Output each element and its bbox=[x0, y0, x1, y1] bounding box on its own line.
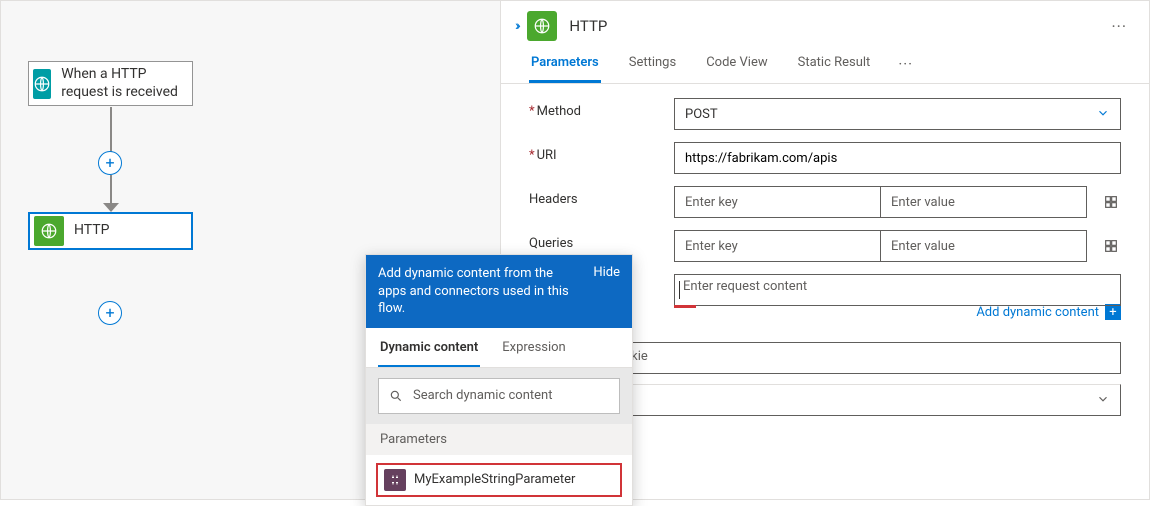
panel-more-icon[interactable]: ··· bbox=[1107, 17, 1131, 36]
add-dynamic-content-link[interactable]: Add dynamic content bbox=[976, 305, 1099, 320]
tab-dynamic-content[interactable]: Dynamic content bbox=[378, 328, 480, 367]
request-trigger-icon bbox=[33, 69, 51, 99]
headers-key-input[interactable] bbox=[674, 186, 881, 218]
headers-value-input[interactable] bbox=[881, 186, 1087, 218]
dynamic-content-item-label: MyExampleStringParameter bbox=[414, 472, 575, 487]
collapse-panel-icon[interactable]: ›› bbox=[515, 18, 518, 34]
uri-label: *URI bbox=[529, 142, 674, 163]
dynamic-content-popup: Add dynamic content from the apps and co… bbox=[365, 254, 633, 506]
add-dynamic-content-plus-icon[interactable]: + bbox=[1105, 304, 1121, 320]
http-node-label: HTTP bbox=[74, 222, 115, 240]
dynamic-content-item[interactable]: MyExampleStringParameter bbox=[376, 463, 622, 497]
popup-description: Add dynamic content from the apps and co… bbox=[378, 265, 579, 318]
http-action-icon bbox=[527, 11, 557, 41]
chevron-down-icon bbox=[1096, 392, 1110, 409]
method-select[interactable]: POST bbox=[674, 98, 1121, 130]
switch-mode-icon[interactable] bbox=[1101, 192, 1121, 212]
connector-arrow bbox=[103, 203, 119, 212]
http-action-icon bbox=[34, 216, 64, 246]
queries-key-input[interactable] bbox=[674, 230, 881, 262]
add-step-button[interactable]: + bbox=[98, 301, 122, 325]
panel-title: HTTP bbox=[569, 17, 1107, 35]
trigger-node-label: When a HTTP request is received bbox=[61, 66, 192, 101]
panel-tabs: Parameters Settings Code View Static Res… bbox=[501, 45, 1149, 84]
popup-hide-button[interactable]: Hide bbox=[593, 265, 620, 280]
headers-label: Headers bbox=[529, 186, 674, 207]
body-placeholder: Enter request content bbox=[683, 279, 807, 294]
method-label: *Method bbox=[529, 98, 674, 119]
validation-underline bbox=[674, 305, 696, 308]
popup-section-parameters: Parameters bbox=[366, 424, 632, 455]
tab-code-view[interactable]: Code View bbox=[704, 45, 769, 83]
dynamic-content-search[interactable]: Search dynamic content bbox=[378, 378, 620, 414]
search-icon bbox=[389, 389, 403, 403]
popup-header: Add dynamic content from the apps and co… bbox=[366, 255, 632, 328]
popup-tabs: Dynamic content Expression bbox=[366, 328, 632, 368]
queries-label: Queries bbox=[529, 230, 674, 251]
tab-overflow-icon[interactable]: ··· bbox=[898, 55, 913, 83]
add-step-button[interactable]: + bbox=[98, 151, 122, 175]
tab-expression[interactable]: Expression bbox=[500, 328, 568, 367]
panel-header: ›› HTTP ··· bbox=[501, 1, 1149, 45]
switch-mode-icon[interactable] bbox=[1101, 236, 1121, 256]
method-value: POST bbox=[685, 107, 718, 122]
uri-input[interactable] bbox=[674, 142, 1121, 174]
chevron-down-icon bbox=[1096, 106, 1110, 123]
tab-settings[interactable]: Settings bbox=[627, 45, 678, 83]
queries-value-input[interactable] bbox=[881, 230, 1087, 262]
body-input[interactable]: Enter request content bbox=[674, 274, 1121, 306]
connector-line bbox=[110, 107, 112, 152]
tab-parameters[interactable]: Parameters bbox=[529, 45, 601, 83]
search-placeholder: Search dynamic content bbox=[413, 388, 552, 403]
parameter-icon bbox=[384, 469, 406, 491]
tab-static-result[interactable]: Static Result bbox=[796, 45, 873, 83]
http-action-node[interactable]: HTTP bbox=[28, 212, 193, 250]
trigger-node[interactable]: When a HTTP request is received bbox=[28, 61, 193, 106]
